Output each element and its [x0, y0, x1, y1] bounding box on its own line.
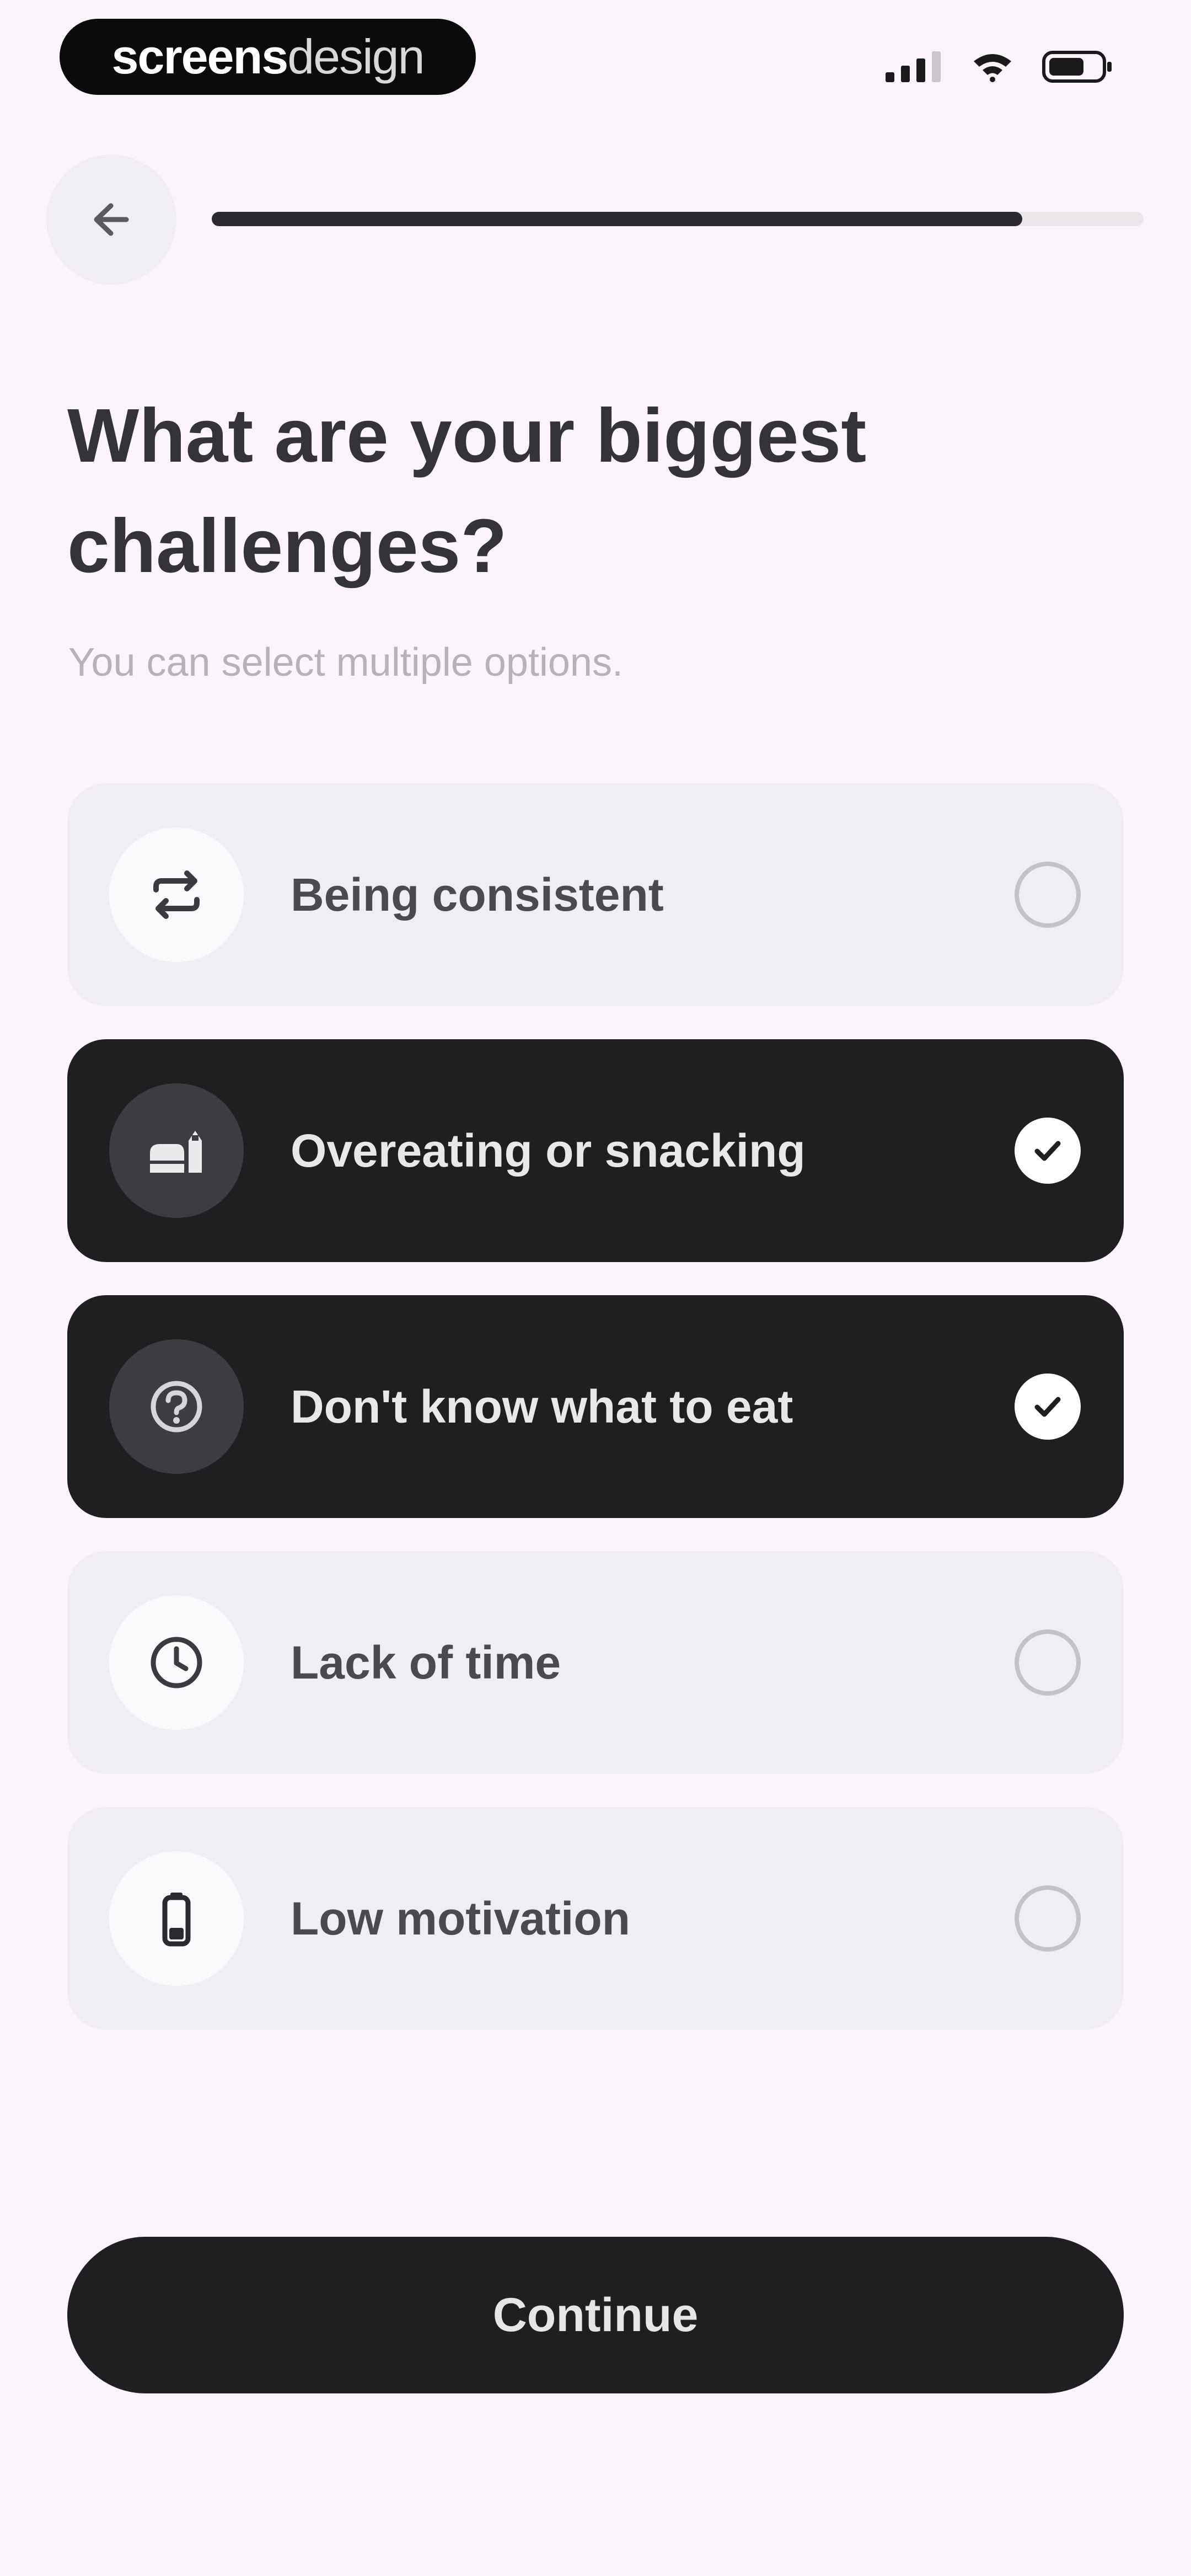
- option-icon-container: [109, 827, 244, 962]
- option-icon-container: [109, 1595, 244, 1730]
- option-label: Don't know what to eat: [291, 1380, 793, 1433]
- status-bar: screens design: [0, 0, 1191, 127]
- battery-low-icon: [162, 1893, 191, 1947]
- radio-unchecked[interactable]: [1015, 1629, 1081, 1696]
- option-label: Overeating or snacking: [291, 1124, 806, 1177]
- check-icon: [1034, 1141, 1061, 1161]
- check-icon: [1034, 1397, 1061, 1417]
- food-icon: [150, 1131, 202, 1173]
- nav-row: [0, 149, 1191, 292]
- battery-icon: [1042, 51, 1112, 83]
- radio-unchecked[interactable]: [1015, 862, 1081, 928]
- option-label: Low motivation: [291, 1892, 630, 1944]
- option-label: Being consistent: [291, 868, 664, 921]
- option-lack-of-time[interactable]: Lack of time: [67, 1551, 1124, 1774]
- option-overeating-or-snacking[interactable]: Overeating or snacking: [67, 1039, 1124, 1262]
- option-icon-container: [109, 1339, 244, 1474]
- option-low-motivation[interactable]: Low motivation: [67, 1807, 1124, 2030]
- brand-logo: screens design: [60, 19, 476, 95]
- page-title: What are your biggest challenges?: [67, 393, 867, 589]
- option-dont-know-what-to-eat[interactable]: Don't know what to eat: [67, 1295, 1124, 1518]
- repeat-icon: [153, 870, 200, 919]
- option-being-consistent[interactable]: Being consistent: [67, 783, 1124, 1006]
- status-icons: [886, 51, 1114, 83]
- clock-icon: [151, 1637, 202, 1688]
- options-list: Being consistent Overeating or snacking: [67, 783, 1124, 2063]
- option-label: Lack of time: [291, 1636, 561, 1688]
- page-subtitle: You can select multiple options.: [68, 640, 623, 685]
- signal-icon: [886, 51, 941, 82]
- radio-checked[interactable]: [1015, 1373, 1081, 1440]
- radio-unchecked[interactable]: [1015, 1885, 1081, 1952]
- wifi-icon: [974, 54, 1011, 82]
- brand-logo-bold: screens: [111, 29, 288, 84]
- progress-bar: [212, 212, 1144, 226]
- option-icon-container: [109, 1851, 244, 1986]
- progress-bar-fill: [212, 212, 1023, 226]
- option-icon-container: [109, 1083, 244, 1218]
- brand-logo-light: design: [287, 29, 425, 84]
- back-button[interactable]: [46, 154, 176, 285]
- arrow-left-icon: [94, 203, 129, 236]
- continue-button[interactable]: Continue: [67, 2237, 1124, 2393]
- question-icon: [151, 1381, 202, 1433]
- radio-checked[interactable]: [1015, 1118, 1081, 1184]
